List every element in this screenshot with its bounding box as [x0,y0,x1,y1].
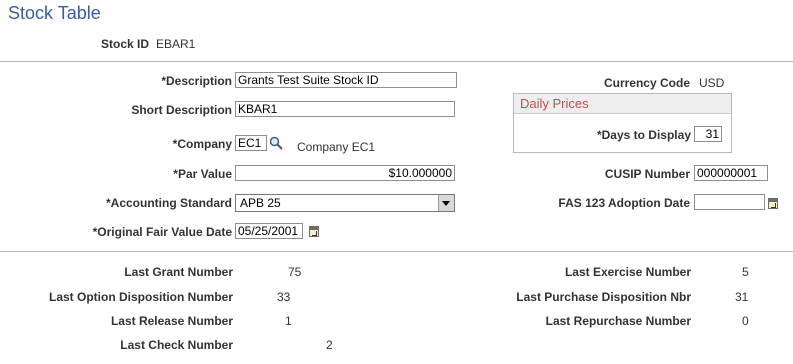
currency-code-value: USD [699,76,725,90]
days-to-display-field[interactable]: 31 [694,126,722,142]
accounting-standard-label: *Accounting Standard [105,196,232,210]
description-field[interactable]: Grants Test Suite Stock ID [235,72,457,88]
last-check-value: 2 [326,338,333,352]
calendar-icon[interactable] [309,226,319,237]
last-option-disposition-value: 33 [277,290,291,304]
last-grant-label: Last Grant Number [124,265,233,279]
cusip-label: CUSIP Number [604,167,690,181]
accounting-standard-select[interactable]: APB 25 [235,194,455,212]
last-exercise-label: Last Exercise Number [564,265,691,279]
description-label: *Description [161,74,232,88]
short-description-field[interactable]: KBAR1 [235,101,455,117]
calendar-icon[interactable] [768,198,778,209]
accounting-standard-value: APB 25 [240,196,281,210]
days-to-display-label: *Days to Display [596,128,691,142]
fas123-field[interactable] [694,194,765,210]
last-option-disposition-label: Last Option Disposition Number [48,290,233,304]
last-purchase-disposition-value: 31 [735,290,749,304]
last-exercise-value: 5 [742,265,749,279]
last-purchase-disposition-label: Last Purchase Disposition Nbr [516,290,691,304]
company-field[interactable]: EC1 [235,135,267,151]
stock-id-value: EBAR1 [156,37,196,51]
divider-bottom [0,251,793,252]
par-value-label: *Par Value [173,167,232,181]
fas123-label: FAS 123 Adoption Date [558,196,690,210]
stock-id-label: Stock ID [101,37,150,51]
divider-top [0,61,793,62]
short-description-label: Short Description [131,103,232,117]
last-release-label: Last Release Number [110,314,233,328]
page-title: Stock Table [8,3,101,23]
last-repurchase-label: Last Repurchase Number [545,314,691,328]
par-value-field[interactable]: $10.000000 [235,165,455,181]
original-fair-value-date-label: *Original Fair Value Date [92,225,232,239]
chevron-down-icon[interactable] [438,195,454,211]
last-grant-value: 75 [288,265,302,279]
original-fair-value-date-field[interactable]: 05/25/2001 [235,223,303,239]
lookup-icon[interactable] [269,136,283,150]
cusip-field[interactable]: 000000001 [694,165,768,181]
last-check-label: Last Check Number [120,338,233,352]
company-name: Company EC1 [297,140,376,154]
last-release-value: 1 [285,314,292,328]
daily-prices-title: Daily Prices [514,94,731,114]
currency-code-label: Currency Code [603,76,690,90]
last-repurchase-value: 0 [742,314,749,328]
company-label: *Company [172,137,232,151]
daily-prices-group: Daily Prices [513,93,732,153]
